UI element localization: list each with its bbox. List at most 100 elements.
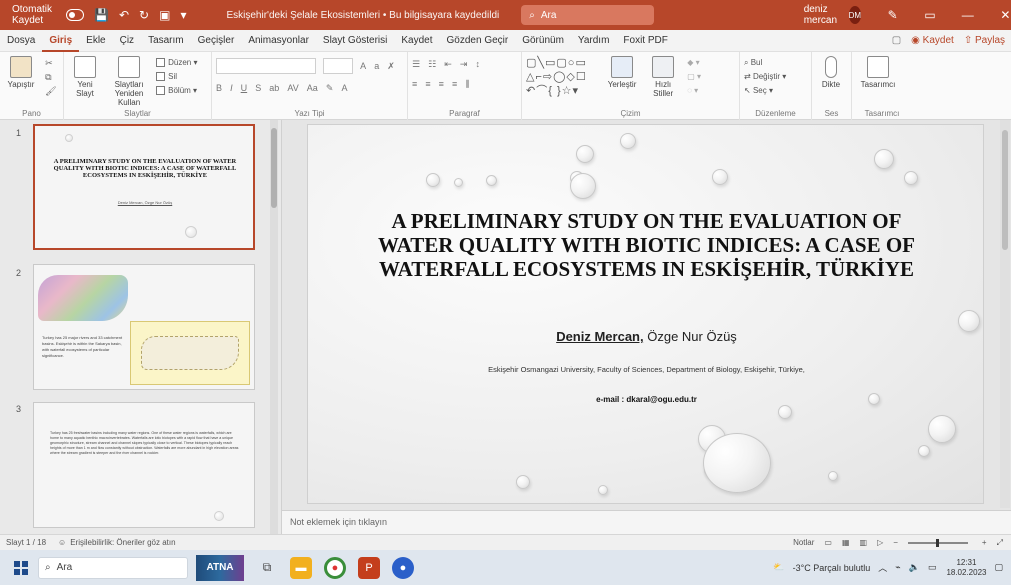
- autosave-toggle[interactable]: [66, 9, 85, 21]
- numbering-icon[interactable]: ☷: [428, 59, 436, 69]
- tab-record[interactable]: Kaydet: [394, 30, 439, 52]
- dictate-button[interactable]: Dikte: [816, 56, 846, 89]
- highlight-icon[interactable]: ✎: [326, 83, 334, 93]
- delete-button[interactable]: Sil: [156, 70, 197, 84]
- align-right-icon[interactable]: ≡: [439, 79, 444, 89]
- clear-format-icon[interactable]: ✗: [387, 61, 395, 71]
- share-button[interactable]: ⇧ Paylaş: [964, 35, 1005, 46]
- close-icon[interactable]: ✕: [1000, 8, 1011, 22]
- chrome-icon[interactable]: ●: [324, 556, 346, 579]
- editor-scrollbar[interactable]: [1000, 120, 1010, 508]
- format-painter-icon[interactable]: 🖌: [45, 84, 56, 98]
- tab-home[interactable]: Giriş: [42, 30, 80, 52]
- align-center-icon[interactable]: ≡: [425, 79, 430, 89]
- accessibility-icon[interactable]: ☺: [58, 538, 66, 547]
- justify-icon[interactable]: ≡: [452, 79, 457, 89]
- thumbnails-scrollbar[interactable]: [270, 120, 278, 534]
- notes-button[interactable]: Notlar: [793, 538, 814, 547]
- tab-design[interactable]: Tasarım: [141, 30, 191, 52]
- copy-icon[interactable]: ⧉: [45, 70, 56, 84]
- tab-file[interactable]: Dosya: [0, 30, 42, 52]
- slideshow-icon[interactable]: ▷: [877, 538, 883, 547]
- zoom-slider[interactable]: [907, 538, 968, 547]
- paste-button[interactable]: Yapıştır: [4, 56, 38, 89]
- line-spacing-icon[interactable]: ↕: [476, 59, 481, 69]
- char-spacing-icon[interactable]: AV: [287, 83, 298, 93]
- tray-chevron-icon[interactable]: ︿: [878, 561, 887, 574]
- news-widget[interactable]: ATNA: [196, 554, 244, 581]
- cut-icon[interactable]: ✂: [45, 56, 56, 70]
- slide-sorter-icon[interactable]: ▦: [842, 538, 850, 547]
- ribbon-display-icon[interactable]: ▭: [924, 8, 935, 22]
- powerpoint-app-icon[interactable]: P: [358, 556, 380, 579]
- font-name-dropdown[interactable]: [216, 58, 316, 74]
- tab-review[interactable]: Gözden Geçir: [440, 30, 516, 52]
- tab-insert[interactable]: Ekle: [79, 30, 112, 52]
- slide-email[interactable]: e-mail : dkaral@ogu.edu.tr: [308, 395, 983, 404]
- customize-qat-icon[interactable]: ▾: [180, 8, 186, 22]
- decrease-font-icon[interactable]: a: [374, 61, 379, 71]
- slide-authors[interactable]: Deniz Mercan, Özge Nur Özüş: [308, 329, 983, 344]
- normal-view-icon[interactable]: ▭: [824, 538, 832, 547]
- tab-foxit-pdf[interactable]: Foxit PDF: [616, 30, 674, 52]
- comments-icon[interactable]: ▢: [892, 35, 901, 46]
- notification-icon[interactable]: ▢: [994, 562, 1003, 573]
- zoom-in-icon[interactable]: +: [982, 538, 987, 547]
- notes-pane[interactable]: Not eklemek için tıklayın: [282, 510, 1011, 534]
- tab-animations[interactable]: Animasyonlar: [241, 30, 316, 52]
- quick-styles-button[interactable]: Hızlı Stiller: [646, 56, 680, 98]
- avatar[interactable]: DM: [848, 6, 862, 24]
- slide-affiliation[interactable]: Eskişehir Osmangazi University, Faculty …: [308, 365, 983, 374]
- weather-text[interactable]: -3°C Parçalı bulutlu: [793, 563, 871, 573]
- slide-thumbnail-3[interactable]: Turkey has 25 freshwater basins includin…: [33, 402, 255, 528]
- font-color-icon[interactable]: A: [341, 83, 347, 93]
- file-explorer-icon[interactable]: ▬: [290, 556, 312, 579]
- tab-slideshow[interactable]: Slayt Gösterisi: [316, 30, 394, 52]
- slide-thumbnail-1[interactable]: A PRELIMINARY STUDY ON THE EVALUATION OF…: [33, 124, 255, 250]
- windows-start-icon[interactable]: [14, 560, 28, 575]
- network-icon[interactable]: ⌁: [895, 562, 900, 573]
- increase-indent-icon[interactable]: ⇥: [460, 59, 468, 69]
- bold-icon[interactable]: B: [216, 83, 222, 93]
- clock[interactable]: 12:31 18.02.2023: [946, 558, 986, 578]
- change-case-icon[interactable]: Aa: [307, 83, 318, 93]
- select-button[interactable]: ↖ Seç ▾: [744, 84, 807, 98]
- reuse-slides-button[interactable]: Slaytları Yeniden Kullan: [109, 56, 149, 107]
- replace-button[interactable]: ⇄ Değiştir ▾: [744, 70, 807, 84]
- find-button[interactable]: ⌕ Bul: [744, 56, 807, 70]
- volume-icon[interactable]: 🔈: [909, 562, 920, 573]
- pen-icon[interactable]: ✎: [887, 8, 898, 22]
- font-size-dropdown[interactable]: [323, 58, 354, 74]
- tab-transitions[interactable]: Geçişler: [191, 30, 242, 52]
- minimize-icon[interactable]: —: [962, 8, 974, 22]
- increase-font-icon[interactable]: A: [360, 61, 366, 71]
- underline-icon[interactable]: U: [241, 83, 248, 93]
- redo-icon[interactable]: ↻: [139, 8, 149, 22]
- new-slide-button[interactable]: Yeni Slayt: [68, 56, 102, 98]
- shapes-gallery[interactable]: ▢╲▭▢○▭ △⌐⇨◯◇☐ ↶⌒{ }☆▾: [526, 56, 602, 102]
- arrange-button[interactable]: Yerleştir: [605, 56, 639, 89]
- tab-view[interactable]: Görünüm: [515, 30, 571, 52]
- slide-title[interactable]: A PRELIMINARY STUDY ON THE EVALUATION OF…: [378, 209, 915, 281]
- fit-to-window-icon[interactable]: ⤢: [997, 538, 1003, 548]
- autosave[interactable]: Otomatik Kaydet: [12, 4, 85, 26]
- weather-icon[interactable]: ⛅: [773, 562, 784, 573]
- app-icon[interactable]: ●: [392, 556, 414, 579]
- section-button[interactable]: Bölüm ▾: [156, 84, 197, 98]
- save-icon[interactable]: 💾: [94, 8, 109, 22]
- slide-thumbnail-2[interactable]: Turkey has 25 major rivers and 33 catchm…: [33, 264, 255, 390]
- accessibility-status[interactable]: Erişilebilirlik: Öneriler göz atın: [70, 538, 175, 547]
- strikethrough-icon[interactable]: S: [255, 83, 261, 93]
- shape-outline-icon[interactable]: ▢ ▾: [687, 70, 701, 84]
- bullets-icon[interactable]: ☰: [412, 59, 420, 69]
- shape-fill-icon[interactable]: ◆ ▾: [687, 56, 701, 70]
- tab-help[interactable]: Yardım: [571, 30, 617, 52]
- task-view-icon[interactable]: ⧉: [256, 557, 278, 579]
- present-icon[interactable]: ▣: [159, 8, 170, 22]
- save-button[interactable]: ◉ Kaydet: [911, 35, 954, 46]
- account[interactable]: deniz mercan DM: [804, 4, 862, 26]
- battery-icon[interactable]: ▭: [928, 562, 937, 573]
- columns-icon[interactable]: ⫼: [465, 79, 469, 89]
- designer-button[interactable]: Tasarımcı: [856, 56, 900, 89]
- shape-effects-icon[interactable]: ◌ ▾: [687, 84, 701, 98]
